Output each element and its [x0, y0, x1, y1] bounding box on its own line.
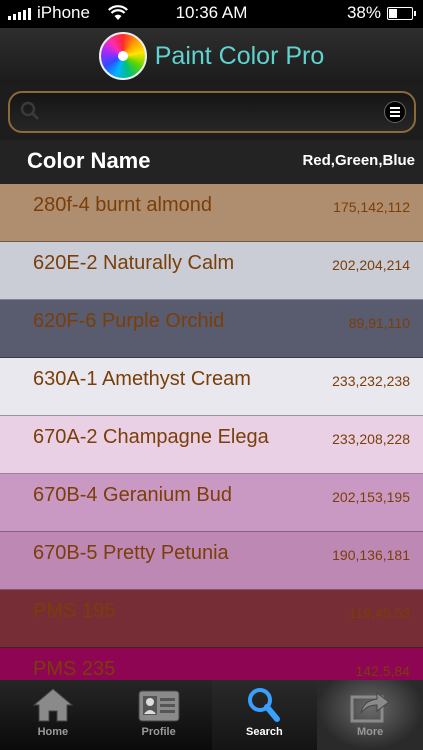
- list-item[interactable]: 620F-6 Purple Orchid 89,91,110: [0, 300, 423, 358]
- search-icon: [20, 101, 39, 121]
- column-header-rgb: Red,Green,Blue: [302, 152, 415, 169]
- color-name: 670B-5 Pretty Petunia: [33, 542, 229, 564]
- color-name: 670B-4 Geranium Bud: [33, 484, 233, 506]
- list-item[interactable]: 620E-2 Naturally Calm 202,204,214: [0, 242, 423, 300]
- tab-more-label: More: [356, 726, 384, 738]
- tab-more[interactable]: More: [317, 680, 423, 750]
- list-item[interactable]: 670B-4 Geranium Bud 202,153,195: [0, 474, 423, 532]
- list-item[interactable]: 670B-5 Pretty Petunia 190,136,181: [0, 532, 423, 590]
- color-rgb: 142,5,84: [355, 663, 411, 679]
- column-header: Color Name Red,Green,Blue: [0, 140, 423, 184]
- search-bar: [0, 84, 423, 140]
- tab-profile-label: Profile: [141, 726, 176, 738]
- color-rgb: 202,153,195: [332, 489, 410, 505]
- tab-home[interactable]: Home: [0, 680, 106, 750]
- share-arrow-icon: [350, 692, 390, 723]
- color-rgb: 233,232,238: [332, 373, 410, 389]
- column-header-name: Color Name: [27, 148, 151, 173]
- battery-percent: 38%: [346, 3, 381, 22]
- color-list[interactable]: 280f-4 burnt almond 175,142,112 620E-2 N…: [0, 184, 423, 680]
- tab-search-label: Search: [246, 726, 283, 738]
- color-rgb: 175,142,112: [333, 199, 410, 215]
- tab-search[interactable]: Search: [211, 680, 318, 750]
- color-rgb: 190,136,181: [332, 547, 410, 563]
- tab-profile[interactable]: Profile: [106, 680, 212, 750]
- color-name: PMS 235: [33, 658, 116, 680]
- list-item[interactable]: 630A-1 Amethyst Cream 233,232,238: [0, 358, 423, 416]
- color-rgb: 119,45,53: [348, 605, 410, 621]
- tab-home-label: Home: [37, 726, 69, 738]
- tab-bar: Home Profile Search More: [0, 680, 423, 750]
- status-bar: iPhone 10:36 AM 38%: [0, 0, 423, 28]
- battery-icon: [387, 6, 416, 20]
- app-title: Paint Color Pro: [154, 41, 325, 70]
- color-name: 620E-2 Naturally Calm: [33, 252, 235, 274]
- menu-button[interactable]: [383, 101, 406, 123]
- color-rgb: 202,204,214: [332, 257, 410, 273]
- list-item[interactable]: 670A-2 Champagne Elega 233,208,228: [0, 416, 423, 474]
- menu-icon: [389, 107, 400, 117]
- color-wheel-icon: [98, 32, 147, 80]
- home-icon: [32, 688, 74, 722]
- list-item[interactable]: PMS 195 119,45,53: [0, 590, 423, 648]
- color-rgb: 89,91,110: [348, 315, 410, 331]
- search-input[interactable]: [47, 99, 378, 125]
- profile-card-icon: [138, 690, 180, 722]
- color-name: 620F-6 Purple Orchid: [33, 310, 225, 332]
- color-rgb: 233,208,228: [332, 431, 410, 447]
- color-name: 630A-1 Amethyst Cream: [33, 368, 251, 390]
- list-item[interactable]: PMS 235 142,5,84: [0, 648, 423, 680]
- battery-info: 38%: [346, 3, 416, 23]
- color-name: PMS 195: [33, 600, 116, 622]
- nav-bar: Paint Color Pro: [0, 28, 423, 84]
- magnifier-icon: [248, 688, 281, 722]
- list-item[interactable]: 280f-4 burnt almond 175,142,112: [0, 184, 423, 242]
- search-field[interactable]: [7, 91, 416, 133]
- color-name: 280f-4 burnt almond: [33, 194, 213, 216]
- color-name: 670A-2 Champagne Elega: [33, 426, 269, 448]
